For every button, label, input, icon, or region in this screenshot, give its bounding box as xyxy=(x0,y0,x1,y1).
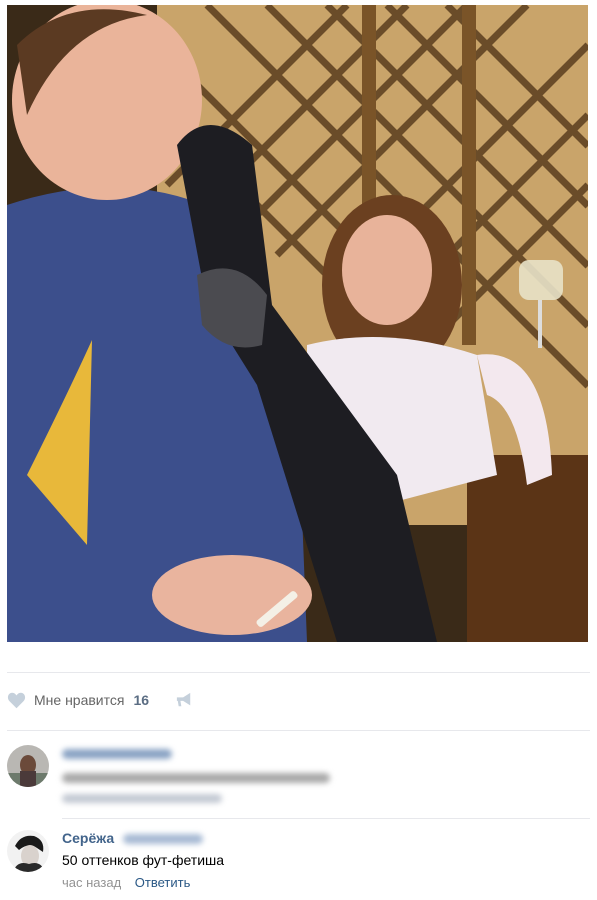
photo-illustration xyxy=(7,5,588,642)
likes-bar: Мне нравится 16 xyxy=(7,686,193,714)
comment-item: Серёжа 50 оттенков фут-фетиша час назад … xyxy=(7,830,590,898)
avatar[interactable] xyxy=(7,745,49,787)
comment-body: Серёжа 50 оттенков фут-фетиша час назад … xyxy=(62,830,590,890)
comment-meta: час назад Ответить xyxy=(62,875,590,890)
avatar-image xyxy=(7,745,49,787)
divider xyxy=(7,672,590,673)
like-count: 16 xyxy=(133,692,150,708)
heart-icon xyxy=(7,692,26,708)
divider xyxy=(7,730,590,731)
comment-author[interactable]: Серёжа xyxy=(62,830,590,848)
like-label: Мне нравится xyxy=(34,692,125,708)
megaphone-icon[interactable] xyxy=(175,692,193,708)
blurred-author xyxy=(62,748,172,759)
divider xyxy=(62,818,590,819)
reply-button[interactable]: Ответить xyxy=(135,875,191,890)
like-button[interactable]: Мне нравится 16 xyxy=(7,692,149,709)
blurred-surname xyxy=(122,833,203,844)
blurred-text xyxy=(62,773,330,784)
comment-author[interactable] xyxy=(62,745,590,763)
comment-text: 50 оттенков фут-фетиша xyxy=(62,852,225,868)
post-photo[interactable] xyxy=(7,5,588,642)
comment-text xyxy=(62,767,590,784)
avatar-image xyxy=(7,830,49,872)
avatar[interactable] xyxy=(7,830,49,872)
comment-item xyxy=(7,745,590,809)
comment-body xyxy=(62,745,590,805)
blurred-meta xyxy=(62,794,222,804)
comment-time[interactable]: час назад xyxy=(62,875,121,890)
comment-meta xyxy=(62,790,590,805)
